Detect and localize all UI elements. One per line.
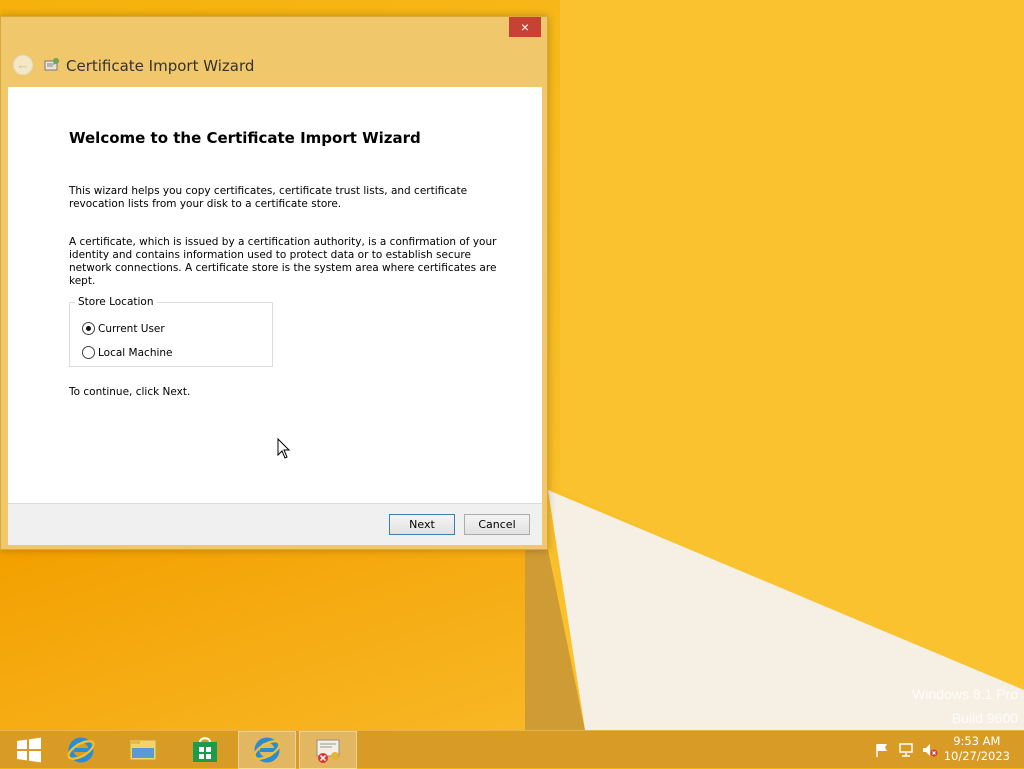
taskbar-internet-explorer[interactable]	[52, 731, 110, 769]
close-button[interactable]: ×	[509, 17, 541, 37]
windows-start-icon	[17, 737, 41, 763]
system-clock[interactable]: 9:53 AM 10/27/2023	[944, 734, 1010, 764]
wizard-content: Welcome to the Certificate Import Wizard…	[8, 87, 542, 503]
certificate-import-wizard-window: × ← Certificate Import Wizard Welcome to…	[0, 16, 548, 550]
taskbar-store[interactable]	[176, 731, 234, 769]
mouse-cursor-icon	[277, 438, 291, 459]
continue-instruction: To continue, click Next.	[69, 386, 191, 398]
internet-explorer-icon	[67, 737, 95, 763]
clock-date: 10/27/2023	[943, 749, 1010, 763]
radio-local-machine[interactable]: Local Machine	[82, 346, 173, 359]
radio-current-user[interactable]: Current User	[82, 322, 165, 335]
flag-icon[interactable]	[874, 742, 890, 758]
certificate-wizard-icon	[44, 58, 59, 71]
back-button[interactable]: ←	[13, 55, 33, 75]
start-button[interactable]	[0, 731, 58, 769]
radio-button-current-user[interactable]	[82, 322, 95, 335]
speaker-muted-icon[interactable]	[922, 742, 938, 758]
wizard-footer: Next Cancel	[8, 503, 542, 545]
taskbar-file-explorer[interactable]	[114, 731, 172, 769]
clock-time: 9:53 AM	[953, 734, 1001, 748]
file-explorer-icon	[129, 739, 157, 761]
watermark-edition: Windows 8.1 Pro	[912, 686, 1018, 702]
taskbar-internet-explorer-running[interactable]	[238, 731, 296, 769]
certificate-icon	[316, 739, 340, 763]
certificate-description-paragraph: A certificate, which is issued by a cert…	[69, 236, 497, 287]
taskbar-certificate-wizard[interactable]	[299, 731, 357, 769]
network-icon[interactable]	[898, 742, 914, 758]
next-button[interactable]: Next	[389, 514, 455, 535]
store-location-legend: Store Location	[78, 296, 154, 308]
watermark-build: Build 9600	[951, 710, 1018, 726]
store-icon	[193, 737, 217, 762]
cancel-button[interactable]: Cancel	[464, 514, 530, 535]
radio-label-local-machine: Local Machine	[98, 346, 173, 359]
radio-button-local-machine[interactable]	[82, 346, 95, 359]
store-location-group: Store Location Current User Local Machin…	[69, 296, 273, 367]
page-heading: Welcome to the Certificate Import Wizard	[69, 129, 421, 147]
wizard-header: ← Certificate Import Wizard	[1, 47, 547, 85]
radio-label-current-user: Current User	[98, 322, 165, 335]
taskbar: 9:53 AM 10/27/2023	[0, 730, 1024, 769]
internet-explorer-icon	[253, 737, 281, 763]
wizard-title: Certificate Import Wizard	[66, 57, 255, 75]
back-arrow-icon: ←	[16, 57, 30, 72]
intro-paragraph: This wizard helps you copy certificates,…	[69, 185, 468, 210]
